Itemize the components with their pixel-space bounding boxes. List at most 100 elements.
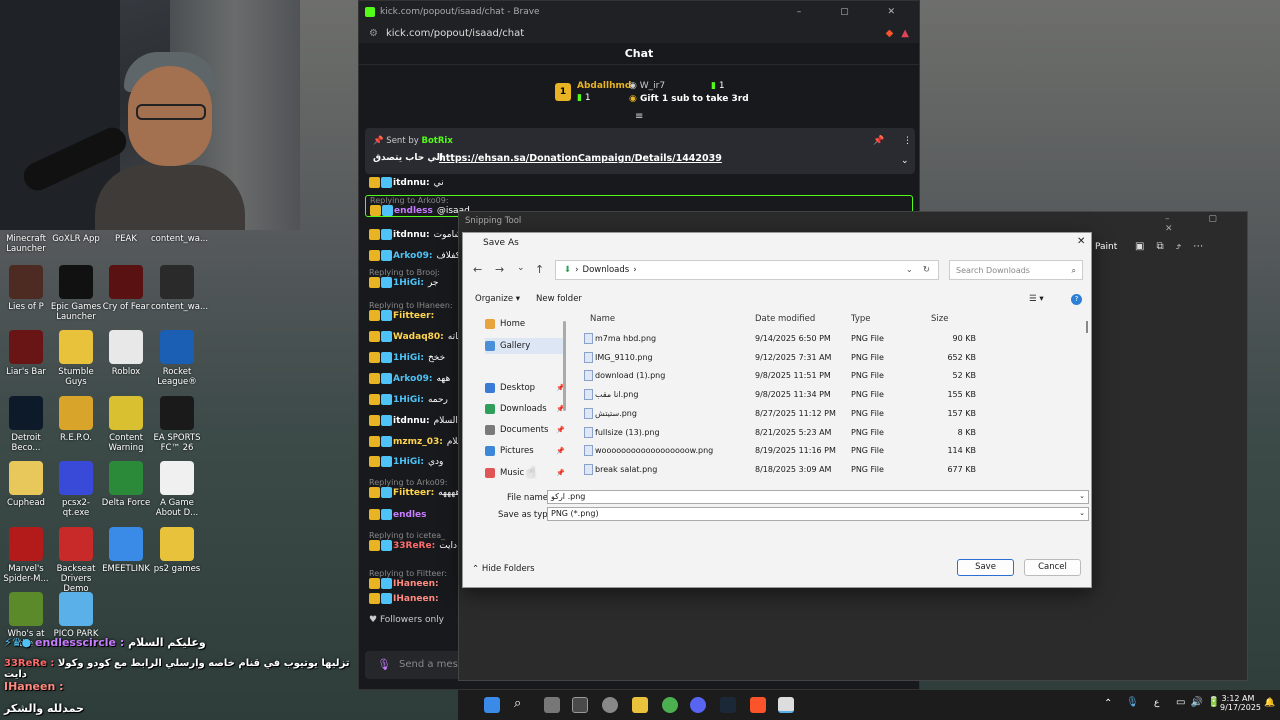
chat-message[interactable]: Replying to Arko09: Fiitteer: ههههه <box>369 478 460 498</box>
column-type[interactable]: Type <box>851 314 871 324</box>
file-row[interactable]: fullsize (13).png 8/21/2025 5:23 AM PNG Fi… <box>581 424 1081 442</box>
desktop-icon[interactable]: Rocket League® <box>151 330 203 387</box>
file-name-input[interactable]: اركو .png ⌄ <box>547 490 1089 504</box>
desktop-icon[interactable]: PEAK <box>100 234 152 244</box>
chat-message[interactable]: Arko09: ههه <box>369 373 450 384</box>
desktop-icon[interactable]: EA SPORTS FC™ 26 <box>151 396 203 453</box>
language-indicator[interactable]: ع <box>1154 698 1159 708</box>
desktop-icon[interactable]: Minecraft Launcher <box>0 234 52 254</box>
path-dropdown-icon[interactable]: ⌄ <box>906 265 913 275</box>
chat-username[interactable]: itdnnu: <box>393 178 430 188</box>
chat-username[interactable]: endles <box>393 510 427 520</box>
desktop-icon[interactable]: pcsx2-qt.exe <box>50 461 102 518</box>
column-date-modified[interactable]: Date modified <box>755 314 815 324</box>
site-settings-icon[interactable]: ⚙ <box>369 28 378 39</box>
brave-rewards-icon[interactable]: ▲ <box>901 28 909 39</box>
desktop-icon[interactable]: R.E.P.O. <box>50 396 102 443</box>
pinned-link[interactable]: https://ehsan.sa/DonationCampaign/Detail… <box>439 153 722 164</box>
nav-item[interactable]: Documents 📌 <box>485 425 565 435</box>
chat-username[interactable]: 33ReRe: <box>393 541 435 551</box>
chrome-icon[interactable] <box>662 697 678 713</box>
snipping-tool-icon[interactable] <box>778 697 794 713</box>
refresh-icon[interactable]: ↻ <box>923 265 930 275</box>
desktop-icon[interactable]: Marvel's Spider-M... <box>0 527 52 584</box>
chat-username[interactable]: mzmz_03: <box>393 437 443 447</box>
desktop-icon[interactable]: ps2 games <box>151 527 203 574</box>
show-hidden-icons[interactable]: ⌃ <box>1104 698 1112 709</box>
desktop-icon[interactable]: Epic Games Launcher <box>50 265 102 322</box>
chat-username[interactable]: Fiitteer: <box>393 311 434 321</box>
mic-icon[interactable]: 🎙 <box>1126 697 1139 708</box>
chat-username[interactable]: 1HiGi: <box>393 395 424 405</box>
window-controls[interactable]: – ▢ ✕ <box>797 7 913 17</box>
file-row[interactable]: ستيتش.png 8/27/2025 11:12 PM PNG File 157 K… <box>581 405 1081 423</box>
chat-message[interactable]: 1HiGi: ودي <box>369 456 443 467</box>
file-row[interactable]: IMG_9110.png 9/12/2025 7:31 AM PNG File 652… <box>581 349 1081 367</box>
task-view-icon[interactable] <box>544 697 560 713</box>
desktop-icon[interactable]: Delta Force <box>100 461 152 508</box>
search-downloads-input[interactable]: Search Downloads ⌕ <box>949 260 1083 280</box>
desktop-icon[interactable]: A Game About D... <box>151 461 203 518</box>
pin-icon[interactable]: 📌 <box>556 469 565 477</box>
desktop-icon[interactable]: Lies of P <box>0 265 52 312</box>
nav-item[interactable]: Gallery <box>485 338 565 354</box>
desktop-icon[interactable]: Liar's Bar <box>0 330 52 377</box>
start-icon[interactable] <box>484 697 500 713</box>
column-name[interactable]: Name <box>590 314 615 324</box>
desktop-icon[interactable]: content_wa... <box>151 265 208 312</box>
organize-button[interactable]: Organize ▾ <box>475 294 520 304</box>
recent-locations-icon[interactable]: ⌄ <box>517 263 525 273</box>
breadcrumb-downloads[interactable]: Downloads <box>583 265 630 275</box>
up-icon[interactable]: ↑ <box>535 263 544 276</box>
chat-username[interactable]: itdnnu: <box>393 416 430 426</box>
file-row[interactable]: انا مقب.png 9/8/2025 11:34 PM PNG File 155 … <box>581 386 1081 404</box>
address-bar[interactable]: ⚙ kick.com/popout/isaad/chat ◆ ▲ <box>359 23 919 43</box>
snip-window-controls[interactable]: – ▢ ✕ <box>1165 214 1247 234</box>
file-list-scrollbar[interactable] <box>1086 321 1088 333</box>
desktop-icon[interactable]: Stumble Guys <box>50 330 102 387</box>
new-folder-button[interactable]: New folder <box>536 294 582 304</box>
chat-message[interactable]: 1HiGi: رحمه <box>369 394 448 405</box>
chat-message[interactable]: Replying to Fiitteer: IHaneen: <box>369 569 447 589</box>
notifications-icon[interactable]: 🔔 <box>1264 698 1275 708</box>
desktop-icon[interactable]: PICO PARK <box>50 592 102 639</box>
desktop-icon[interactable]: content_wa... <box>151 234 208 244</box>
view-options-icon[interactable]: ☰ ▾ <box>1029 294 1044 304</box>
brave-shield-icon[interactable]: ◆ <box>886 28 894 39</box>
close-icon[interactable]: ✕ <box>1077 236 1085 247</box>
hide-folders-button[interactable]: ⌃ Hide Folders <box>472 564 535 574</box>
search-icon[interactable]: ⌕ <box>514 697 530 713</box>
clock[interactable]: 3:12 AM 9/17/2025 <box>1220 694 1261 712</box>
nav-item[interactable]: Pictures 📌 <box>485 446 565 456</box>
desktop-icon[interactable]: Content Warning <box>100 396 152 453</box>
chat-username[interactable]: itdnnu: <box>393 230 430 240</box>
brave-icon[interactable] <box>750 697 766 713</box>
desktop-icon[interactable]: Backseat Drivers Demo <box>50 527 102 594</box>
desktop-icon[interactable]: GoXLR App <box>50 234 102 244</box>
chat-message[interactable]: Arko09: كفلاف <box>369 250 460 261</box>
chat-username[interactable]: 1HiGi: <box>393 278 424 288</box>
pin-icon[interactable]: 📌 <box>873 136 884 146</box>
file-row[interactable]: break salat.png 8/18/2025 3:09 AM PNG File… <box>581 461 1081 479</box>
column-size[interactable]: Size <box>931 314 948 324</box>
nav-item[interactable]: Downloads 📌 <box>485 404 565 414</box>
chat-username[interactable]: 1HiGi: <box>393 353 424 363</box>
chat-username[interactable]: 1HiGi: <box>393 457 424 467</box>
chat-username[interactable]: Arko09: <box>393 374 432 384</box>
system-tray-icons[interactable]: ▭🔊🔋 <box>1176 697 1225 708</box>
nav-item[interactable]: Home <box>485 319 565 329</box>
file-row[interactable]: download (1).png 9/8/2025 11:51 PM PNG Fil… <box>581 367 1081 385</box>
cancel-button[interactable]: Cancel <box>1024 559 1081 576</box>
more-options-icon[interactable]: ⋮ <box>903 136 912 146</box>
chevron-down-icon[interactable]: ⌄ <box>901 156 909 166</box>
gift-prompt[interactable]: ◉ Gift 1 sub to take 3rd <box>629 94 749 104</box>
pin-icon[interactable]: 📌 <box>556 426 565 434</box>
chat-message[interactable]: Replying to IHaneen: Fiitteer: <box>369 301 453 321</box>
desktop-icon[interactable]: EMEETLINK <box>100 527 152 574</box>
file-row[interactable]: m7ma hbd.png 9/14/2025 6:50 PM PNG File 90 … <box>581 330 1081 348</box>
desktop-icon[interactable]: Detroit Beco... <box>0 396 52 453</box>
desktop-icon[interactable]: Roblox <box>100 330 152 377</box>
file-explorer-icon[interactable] <box>632 697 648 713</box>
chat-username[interactable]: endless <box>394 206 433 216</box>
chat-username[interactable]: IHaneen: <box>393 579 439 589</box>
